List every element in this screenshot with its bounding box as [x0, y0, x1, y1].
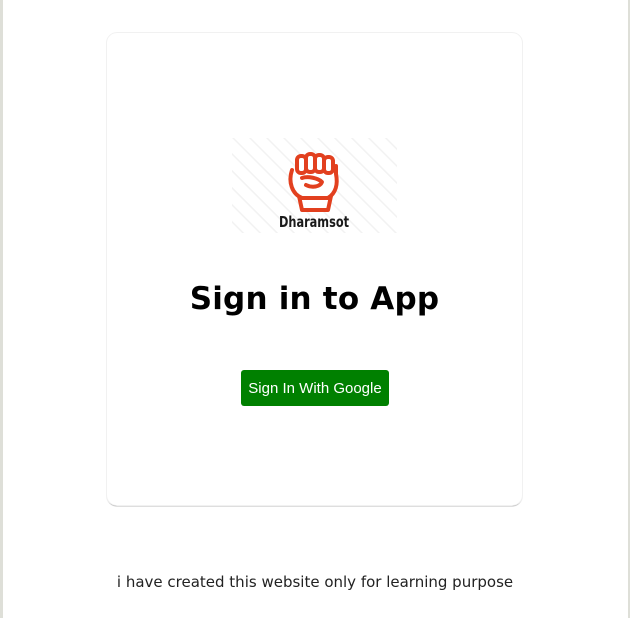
footer-note: i have created this website only for lea… [116, 573, 514, 591]
page-title: Sign in to App [189, 281, 440, 317]
sign-in-with-google-button[interactable]: Sign In With Google [241, 370, 389, 406]
brand-logo: Dharamsot [232, 138, 397, 233]
window-edge-left [0, 0, 3, 618]
raised-fist-icon: Dharamsot [232, 138, 397, 233]
page: Dharamsot Sign in to App Sign In With Go… [0, 0, 630, 618]
sign-in-card: Dharamsot Sign in to App Sign In With Go… [107, 33, 522, 505]
logo-text: Dharamsot [279, 213, 349, 231]
